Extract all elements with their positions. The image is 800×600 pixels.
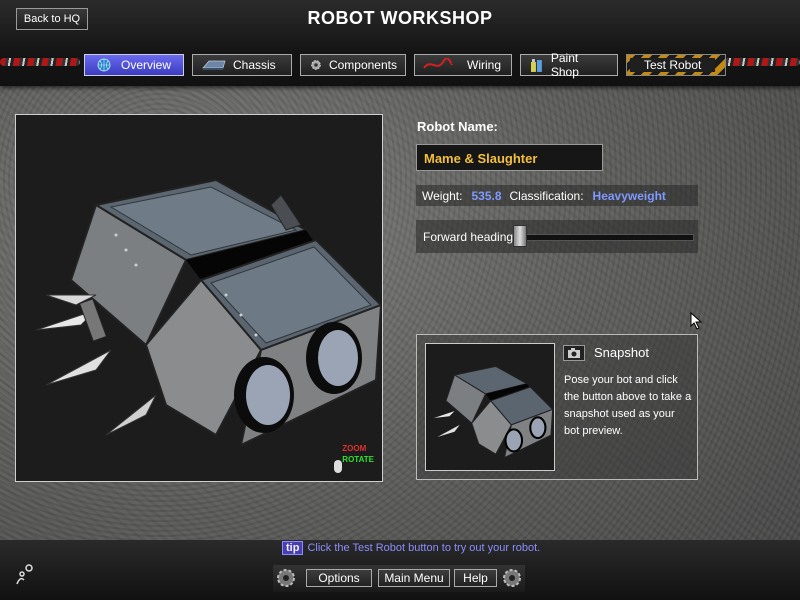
camera-icon [568,348,580,358]
tab-components-label: Components [328,58,397,72]
tip-line: tip Click the Test Robot button to try o… [282,541,540,555]
snapshot-description: Pose your bot and click the button above… [564,374,692,437]
tab-wiring-label: Wiring [467,58,502,72]
snapshot-panel: Snapshot Pose your bot and click the but… [416,334,698,480]
tab-paint-shop[interactable]: Paint Shop [520,51,618,79]
decorative-wire-right [720,58,800,66]
robot-3d-viewport[interactable]: ZOOM ROTATE [15,114,383,482]
snapshot-button[interactable] [563,345,585,361]
tab-overview[interactable]: Overview [84,54,184,76]
tab-components[interactable]: Components [300,54,406,76]
decorative-wire-left [0,58,80,66]
weight-value: 535.8 [471,188,502,203]
help-button[interactable]: Help [454,569,497,587]
zoom-hint: ZOOM [342,444,367,453]
rotate-hint: ROTATE [342,455,374,464]
stats-row: Weight: 535.8 Classification: Heavyweigh… [416,185,698,206]
footer-button-bar: Options Main Menu Help [273,565,525,592]
forward-heading-row: Forward heading: [416,220,698,253]
snapshot-title: Snapshot [594,345,649,360]
tab-overview-label: Overview [121,58,172,72]
chassis-icon [202,60,226,70]
weight-label: Weight: [422,188,463,203]
tab-test-robot-label: Test Robot [630,58,716,72]
mouse-icon [334,460,342,473]
page-title: ROBOT WORKSHOP [307,8,493,28]
tab-paint-shop-label: Paint Shop [550,51,579,79]
mouse-cursor-icon [690,312,703,330]
gear-icon [311,60,321,70]
tab-chassis-label: Chassis [233,58,276,72]
main-menu-button[interactable]: Main Menu [378,569,450,587]
paint-cans-icon [530,59,542,72]
classification-label: Classification: [509,188,584,203]
tab-wiring[interactable]: Wiring [414,54,512,76]
forward-heading-label: Forward heading: [423,229,517,244]
gear-icon [277,569,295,587]
classification-value: Heavyweight [592,188,666,203]
tab-test-robot[interactable]: Test Robot [626,54,726,76]
robot-name-label: Robot Name: [417,119,498,134]
globe-icon [97,58,111,72]
options-button[interactable]: Options [306,569,372,587]
gear-icon [503,569,521,587]
forward-heading-slider-thumb[interactable] [513,225,527,247]
robot-name-field[interactable]: Mame & Slaughter [416,144,603,171]
tab-chassis[interactable]: Chassis [192,54,292,76]
wire-icon [423,58,453,69]
tip-badge: tip [282,541,304,555]
corner-logo-icon [16,564,33,585]
forward-heading-slider-track[interactable] [524,234,694,241]
snapshot-preview [425,343,555,471]
robot-preview-image [433,365,554,459]
footer-bar: tip Click the Test Robot button to try o… [0,540,800,600]
tab-bar: Overview Chassis Components Wiring Paint… [84,51,726,79]
controls-hint: ZOOM ROTATE [342,443,374,465]
robot-model [35,178,383,447]
header-bar: Back to HQ ROBOT WORKSHOP Overview Chass… [0,0,800,86]
tip-text: Click the Test Robot button to try out y… [307,542,541,554]
